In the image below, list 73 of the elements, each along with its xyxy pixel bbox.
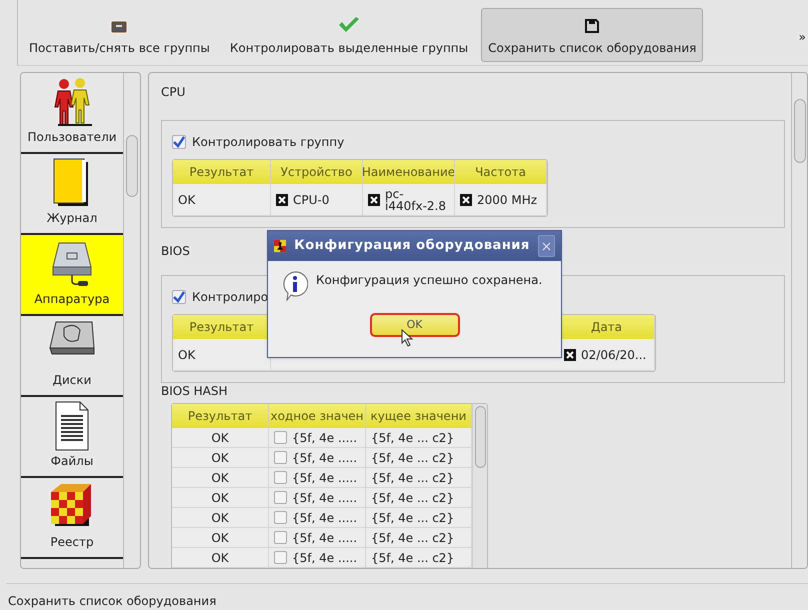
column-header[interactable]: ходное значен xyxy=(269,404,366,428)
table-cell: {5f, 4e ... c2} xyxy=(371,492,454,504)
table-cell: OK xyxy=(211,472,229,484)
drive-icon xyxy=(111,21,128,33)
table-cell: OK xyxy=(211,492,229,504)
table-cell: OK xyxy=(178,194,196,206)
checkbox[interactable] xyxy=(172,290,186,304)
scrollbar[interactable] xyxy=(791,73,807,568)
status-text: Сохранить список оборудования xyxy=(8,594,216,608)
toolbar-button[interactable]: Сохранить список оборудования xyxy=(481,8,704,62)
document-icon xyxy=(54,401,90,451)
sidebar-item[interactable]: Пользователи xyxy=(21,73,123,154)
checkbox-label[interactable]: Контролиро xyxy=(192,288,268,306)
table-cell: 02/06/20... xyxy=(581,348,646,360)
table-cell: {5f, 4e ... c2} xyxy=(371,552,454,564)
scrollbar[interactable] xyxy=(472,404,487,568)
checkbox[interactable] xyxy=(276,194,288,206)
table-cell: {5f, 4e ..... xyxy=(292,512,358,524)
table-cell: {5f, 4e ... c2} xyxy=(371,452,454,464)
checkbox-label[interactable]: Контролировать группу xyxy=(192,133,344,151)
section-title: CPU xyxy=(161,84,186,100)
toolbar-button[interactable]: Поставить/снять все группы xyxy=(22,8,217,62)
table-cell: {5f, 4e ... c2} xyxy=(371,532,454,544)
close-icon xyxy=(540,240,553,252)
table-cell: {5f, 4e ... c2} xyxy=(371,472,454,484)
table-cell: {5f, 4e ..... xyxy=(292,472,358,484)
checkbox[interactable] xyxy=(274,431,287,444)
mouse-cursor-icon xyxy=(401,329,415,347)
table-cell: OK xyxy=(211,552,229,564)
section-title: BIOS HASH xyxy=(161,383,228,399)
dialog-title: Конфигурация оборудования xyxy=(294,237,530,256)
checkbox[interactable] xyxy=(274,471,287,484)
table-cell: {5f, 4e ..... xyxy=(292,452,358,464)
table-cell: CPU-0 xyxy=(293,194,330,206)
close-button[interactable] xyxy=(538,235,555,257)
section-title: BIOS xyxy=(161,243,190,259)
checkbox[interactable] xyxy=(368,194,380,206)
table-cell: {5f, 4e ..... xyxy=(292,532,358,544)
checkbox[interactable] xyxy=(460,194,472,206)
column-header[interactable]: Дата xyxy=(559,315,655,339)
dialog-message: Конфигурация успешно сохранена. xyxy=(316,272,542,289)
info-icon xyxy=(282,271,308,301)
checkbox[interactable] xyxy=(274,551,287,564)
checkbox[interactable] xyxy=(274,531,287,544)
table-cell: OK xyxy=(211,452,229,464)
checkbox[interactable] xyxy=(274,491,287,504)
column-header[interactable]: Результат xyxy=(173,160,271,184)
table-cell: OK xyxy=(211,532,229,544)
app-icon xyxy=(274,238,286,254)
table-cell: 2000 MHz xyxy=(477,194,538,206)
column-header[interactable]: кущее значени xyxy=(366,404,472,428)
checkbox[interactable] xyxy=(274,451,287,464)
column-header[interactable]: Устройство xyxy=(271,160,363,184)
checkmark-icon xyxy=(338,17,360,33)
sidebar-item[interactable]: Аппаратура xyxy=(21,235,123,316)
table-cell: {5f, 4e ..... xyxy=(292,492,358,504)
checkbox[interactable] xyxy=(274,511,287,524)
table-cell: {5f, 4e ... c2} xyxy=(371,432,454,444)
overflow-chevron[interactable]: » xyxy=(798,28,806,46)
checkbox[interactable] xyxy=(564,348,576,360)
checkbox[interactable] xyxy=(172,135,186,149)
table-cell: pc- i440fx-2.8 xyxy=(385,188,446,212)
table-cell: {5f, 4e ..... xyxy=(292,432,358,444)
toolbar-button[interactable]: Контролировать выделенные группы xyxy=(222,8,476,62)
scrollbar[interactable] xyxy=(123,73,140,568)
ok-button[interactable]: OK xyxy=(370,313,460,337)
table-cell: {5f, 4e ... c2} xyxy=(371,512,454,524)
column-header[interactable]: Частота xyxy=(455,160,547,184)
table-cell: OK xyxy=(211,432,229,444)
table-cell: OK xyxy=(178,348,196,360)
table-cell: {5f, 4e ..... xyxy=(292,552,358,564)
column-header[interactable]: Результат xyxy=(172,404,269,428)
table-cell: OK xyxy=(211,512,229,524)
